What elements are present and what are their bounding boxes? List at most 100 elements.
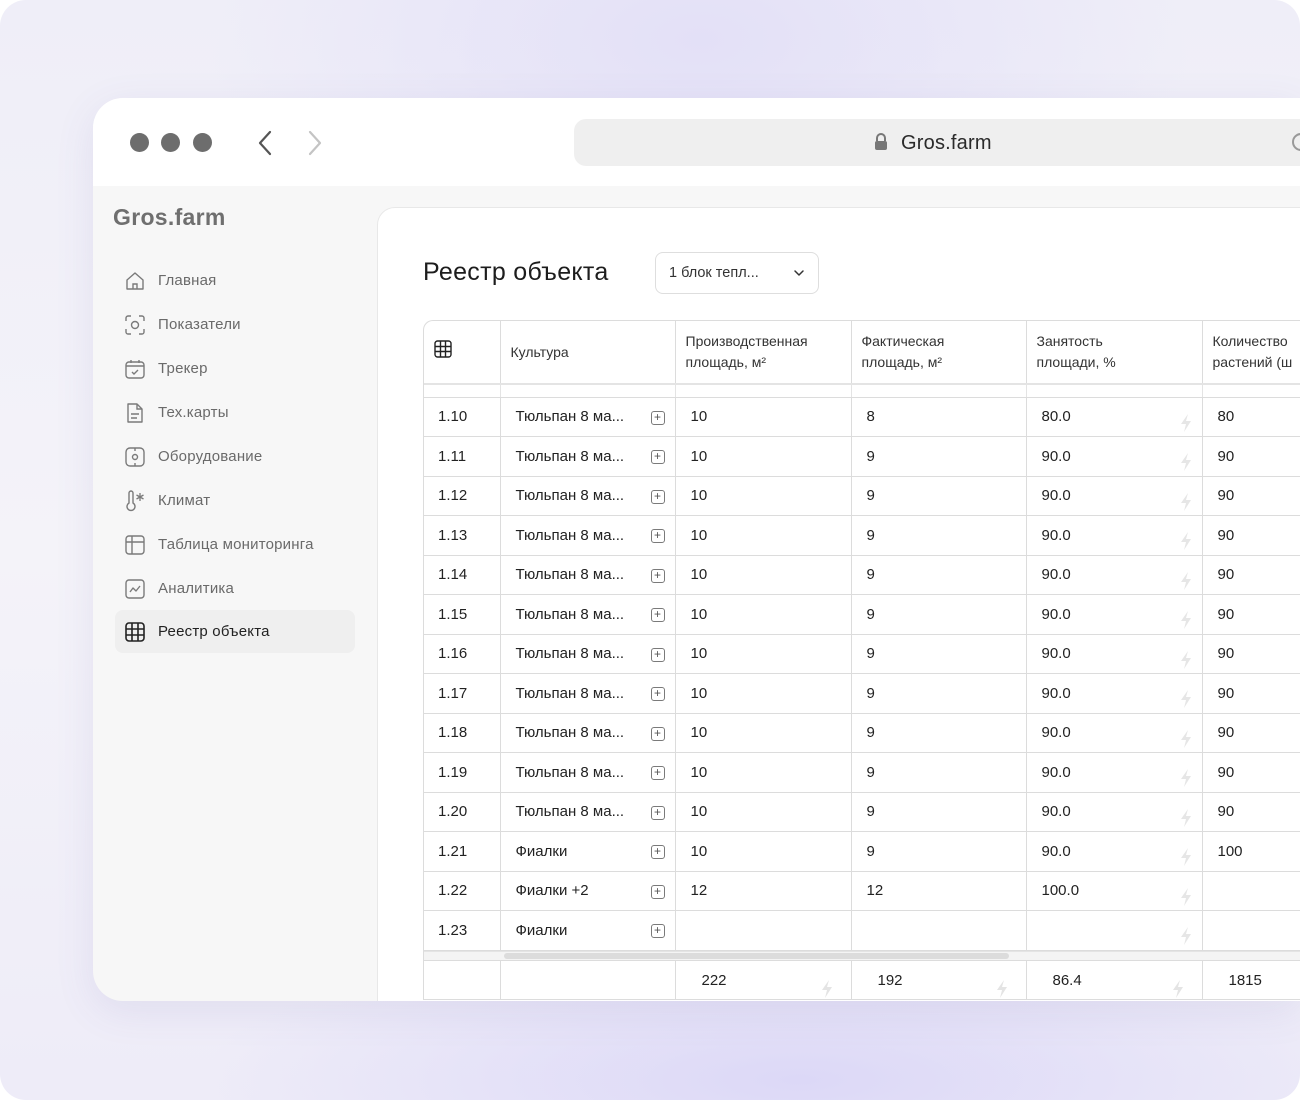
prod-area-cell[interactable]: 10 bbox=[675, 555, 852, 595]
prod-area-cell[interactable]: 10 bbox=[675, 792, 852, 832]
fact-area-cell[interactable]: 9 bbox=[851, 713, 1027, 753]
crop-cell[interactable]: Фиалки + bbox=[500, 910, 676, 951]
sidebar-item-home[interactable]: Главная bbox=[115, 259, 355, 302]
sidebar-item-tech-cards[interactable]: Тех.карты bbox=[115, 391, 355, 434]
plants-cell[interactable]: 90 bbox=[1202, 594, 1300, 635]
prod-area-cell[interactable]: 10 bbox=[675, 476, 852, 516]
sidebar-item-metrics[interactable]: Показатели bbox=[115, 303, 355, 346]
add-crop-icon[interactable]: + bbox=[650, 766, 665, 780]
plants-cell[interactable]: 80 bbox=[1202, 397, 1300, 437]
scrollbar-thumb[interactable] bbox=[504, 952, 1009, 959]
table-row[interactable]: 1.22 Фиалки +2 +12 12 100.0 bbox=[424, 871, 1300, 911]
row-index-cell[interactable]: 1.22 bbox=[424, 871, 501, 911]
fact-area-cell[interactable]: 9 bbox=[851, 673, 1027, 714]
occupancy-cell[interactable]: 90.0 bbox=[1026, 831, 1203, 872]
plants-cell[interactable]: 90 bbox=[1202, 673, 1300, 714]
plants-cell[interactable]: 90 bbox=[1202, 515, 1300, 556]
plants-cell[interactable]: 90 bbox=[1202, 555, 1300, 595]
table-row[interactable]: 1.15 Тюльпан 8 ма... +10 9 90.0 90 bbox=[424, 594, 1300, 635]
table-row[interactable]: 1.13 Тюльпан 8 ма... +10 9 90.0 90 bbox=[424, 515, 1300, 556]
row-index-cell[interactable]: 1.18 bbox=[424, 713, 501, 753]
sidebar-item-monitoring-table[interactable]: Таблица мониторинга bbox=[115, 523, 355, 566]
plants-cell[interactable]: 90 bbox=[1202, 634, 1300, 674]
prod-area-cell[interactable] bbox=[675, 910, 852, 951]
crop-cell[interactable]: Тюльпан 8 ма... + bbox=[500, 752, 676, 793]
fact-area-cell[interactable]: 9 bbox=[851, 634, 1027, 674]
table-row[interactable]: 1.12 Тюльпан 8 ма... +10 9 90.0 90 bbox=[424, 476, 1300, 516]
prod-area-cell[interactable]: 12 bbox=[675, 871, 852, 911]
add-crop-icon[interactable]: + bbox=[650, 410, 665, 425]
table-row[interactable]: 1.21 Фиалки +10 9 90.0 100 bbox=[424, 831, 1300, 872]
plants-cell[interactable]: 90 bbox=[1202, 752, 1300, 793]
occupancy-cell[interactable]: 100.0 bbox=[1026, 871, 1203, 911]
plants-cell[interactable]: 100 bbox=[1202, 831, 1300, 872]
occupancy-cell[interactable] bbox=[1026, 910, 1203, 951]
table-row[interactable]: 1.11 Тюльпан 8 ма... +10 9 90.0 90 bbox=[424, 436, 1300, 477]
prod-area-cell[interactable]: 10 bbox=[675, 515, 852, 556]
add-crop-icon[interactable]: + bbox=[650, 450, 665, 464]
occupancy-cell[interactable]: 90.0 bbox=[1026, 594, 1203, 635]
fact-area-cell[interactable]: 9 bbox=[851, 515, 1027, 556]
prod-area-cell[interactable]: 10 bbox=[675, 634, 852, 674]
back-button[interactable] bbox=[253, 128, 277, 158]
add-crop-icon[interactable]: + bbox=[650, 568, 665, 583]
plants-cell[interactable] bbox=[1202, 871, 1300, 911]
row-index-cell[interactable]: 1.19 bbox=[424, 752, 501, 793]
crop-cell[interactable]: Тюльпан 8 ма... + bbox=[500, 713, 676, 753]
forward-button[interactable] bbox=[303, 128, 327, 158]
sidebar-item-analytics[interactable]: Аналитика bbox=[115, 567, 355, 610]
table-row[interactable]: 1.23 Фиалки + bbox=[424, 910, 1300, 951]
fact-area-cell[interactable]: 8 bbox=[851, 397, 1027, 437]
prod-area-cell[interactable]: 10 bbox=[675, 752, 852, 793]
occupancy-cell[interactable]: 90.0 bbox=[1026, 634, 1203, 674]
add-crop-icon[interactable]: + bbox=[650, 805, 665, 820]
table-row[interactable]: 1.14 Тюльпан 8 ма... +10 9 90.0 90 bbox=[424, 555, 1300, 595]
column-header-prod-area[interactable]: Производственная площадь, м² bbox=[675, 321, 852, 385]
prod-area-cell[interactable]: 10 bbox=[675, 673, 852, 714]
crop-cell[interactable]: Тюльпан 8 ма... + bbox=[500, 673, 676, 714]
fact-area-cell[interactable]: 9 bbox=[851, 476, 1027, 516]
crop-cell[interactable]: Тюльпан 8 ма... + bbox=[500, 792, 676, 832]
row-index-cell[interactable]: 1.21 bbox=[424, 831, 501, 872]
fact-area-cell[interactable]: 9 bbox=[851, 831, 1027, 872]
occupancy-cell[interactable]: 80.0 bbox=[1026, 397, 1203, 437]
add-crop-icon[interactable]: + bbox=[650, 647, 665, 662]
occupancy-cell[interactable]: 90.0 bbox=[1026, 752, 1203, 793]
occupancy-cell[interactable]: 90.0 bbox=[1026, 673, 1203, 714]
column-header-plants[interactable]: Количество растений (ш bbox=[1202, 321, 1300, 385]
row-index-cell[interactable]: 1.14 bbox=[424, 555, 501, 595]
table-row[interactable]: 1.16 Тюльпан 8 ма... +10 9 90.0 90 bbox=[424, 634, 1300, 674]
crop-cell[interactable]: Тюльпан 8 ма... + bbox=[500, 515, 676, 556]
add-crop-icon[interactable]: + bbox=[650, 608, 665, 622]
add-crop-icon[interactable]: + bbox=[650, 924, 665, 938]
row-index-cell[interactable]: 1.13 bbox=[424, 515, 501, 556]
sidebar-item-tracker[interactable]: Трекер bbox=[115, 347, 355, 390]
address-bar[interactable]: Gros.farm bbox=[574, 119, 1300, 166]
fact-area-cell[interactable] bbox=[851, 910, 1027, 951]
crop-cell[interactable]: Тюльпан 8 ма... + bbox=[500, 594, 676, 635]
prod-area-cell[interactable]: 10 bbox=[675, 436, 852, 477]
fact-area-cell[interactable]: 9 bbox=[851, 594, 1027, 635]
window-minimize-dot[interactable] bbox=[161, 133, 180, 152]
crop-cell[interactable]: Фиалки +2 + bbox=[500, 871, 676, 911]
occupancy-cell[interactable]: 90.0 bbox=[1026, 515, 1203, 556]
add-crop-icon[interactable]: + bbox=[650, 529, 665, 543]
table-row[interactable]: 1.19 Тюльпан 8 ма... +10 9 90.0 90 bbox=[424, 752, 1300, 793]
add-crop-icon[interactable]: + bbox=[650, 884, 665, 899]
crop-cell[interactable]: Фиалки + bbox=[500, 831, 676, 872]
row-index-cell[interactable]: 1.20 bbox=[424, 792, 501, 832]
block-select[interactable]: 1 блок тепл... bbox=[655, 252, 819, 294]
occupancy-cell[interactable]: 90.0 bbox=[1026, 555, 1203, 595]
plants-cell[interactable]: 90 bbox=[1202, 792, 1300, 832]
sidebar-item-climate[interactable]: Климат bbox=[115, 479, 355, 522]
crop-cell[interactable]: Тюльпан 8 ма... + bbox=[500, 634, 676, 674]
occupancy-cell[interactable]: 90.0 bbox=[1026, 476, 1203, 516]
fact-area-cell[interactable]: 9 bbox=[851, 792, 1027, 832]
fact-area-cell[interactable]: 9 bbox=[851, 436, 1027, 477]
row-index-cell[interactable]: 1.12 bbox=[424, 476, 501, 516]
row-index-cell[interactable]: 1.16 bbox=[424, 634, 501, 674]
fact-area-cell[interactable]: 9 bbox=[851, 752, 1027, 793]
prod-area-cell[interactable]: 10 bbox=[675, 397, 852, 437]
column-header-grid[interactable] bbox=[424, 321, 501, 385]
column-header-occupancy[interactable]: Занятость площади, % bbox=[1026, 321, 1203, 385]
